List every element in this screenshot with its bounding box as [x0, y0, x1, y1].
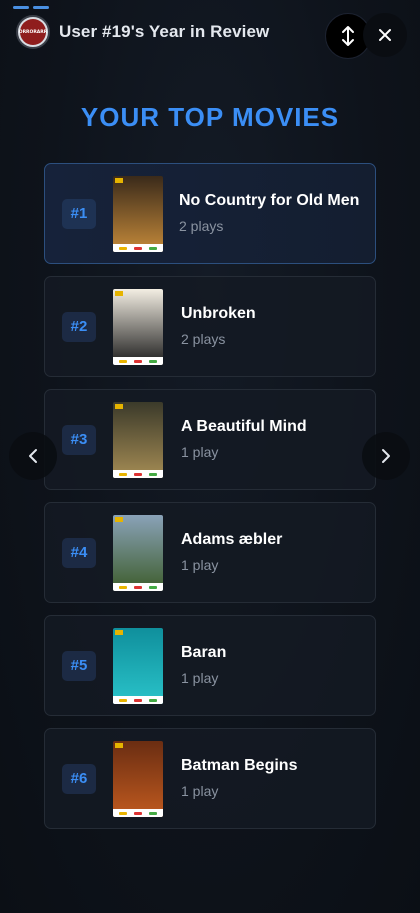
movie-title: No Country for Old Men — [179, 192, 360, 209]
progress-segment — [33, 6, 49, 9]
movie-poster — [113, 402, 163, 478]
movie-card[interactable]: #6 Batman Begins 1 play — [44, 728, 376, 829]
close-icon — [379, 29, 391, 41]
year-in-review-screen: ORRORARR User #19's Year in Review YOUR … — [0, 0, 420, 913]
movie-title: Unbroken — [181, 305, 256, 322]
rank-badge: #4 — [62, 537, 96, 568]
movie-title: A Beautiful Mind — [181, 418, 307, 435]
next-button[interactable] — [362, 432, 410, 480]
movie-poster — [113, 515, 163, 591]
previous-button[interactable] — [9, 432, 57, 480]
story-progress — [13, 6, 49, 9]
chevron-left-icon — [29, 449, 37, 463]
progress-segment — [13, 6, 29, 9]
rank-badge: #1 — [62, 198, 96, 229]
movie-info: No Country for Old Men 2 plays — [179, 192, 359, 234]
movie-card[interactable]: #2 Unbroken 2 plays — [44, 276, 376, 377]
play-count: 2 plays — [179, 218, 224, 234]
movie-info: Baran 1 play — [181, 644, 226, 686]
play-count: 1 play — [181, 444, 219, 460]
movie-info: Unbroken 2 plays — [181, 305, 256, 347]
play-count: 1 play — [181, 783, 219, 799]
avatar: ORRORARR — [16, 15, 50, 49]
play-count: 1 play — [181, 557, 219, 573]
rank-badge: #6 — [62, 763, 96, 794]
movie-card[interactable]: #4 Adams æbler 1 play — [44, 502, 376, 603]
top-movies-list: #1 No Country for Old Men 2 plays #2 Unb… — [44, 163, 376, 841]
chevron-right-icon — [382, 449, 390, 463]
movie-poster — [113, 741, 163, 817]
close-button[interactable] — [363, 13, 407, 57]
movie-title: Baran — [181, 644, 227, 661]
movie-info: Adams æbler 1 play — [181, 531, 282, 573]
movie-poster — [113, 289, 163, 365]
movie-info: A Beautiful Mind 1 play — [181, 418, 307, 460]
avatar-logo: ORRORARR — [18, 19, 48, 45]
movie-title: Adams æbler — [181, 531, 283, 548]
movie-info: Batman Begins 1 play — [181, 757, 297, 799]
rank-badge: #2 — [62, 311, 96, 342]
play-count: 1 play — [181, 670, 219, 686]
movie-title: Batman Begins — [181, 757, 298, 774]
movie-card[interactable]: #1 No Country for Old Men 2 plays — [44, 163, 376, 264]
section-title: YOUR TOP MOVIES — [80, 102, 340, 132]
play-count: 2 plays — [181, 331, 226, 347]
rank-badge: #3 — [62, 424, 96, 455]
vertical-arrows-icon — [342, 26, 354, 46]
avatar-logo-text: ORRORARR — [18, 29, 48, 35]
header-title: User #19's Year in Review — [59, 22, 270, 41]
movie-poster — [113, 628, 163, 704]
rank-badge: #5 — [62, 650, 96, 681]
movie-card[interactable]: #5 Baran 1 play — [44, 615, 376, 716]
movie-poster — [113, 176, 163, 252]
movie-card[interactable]: #3 A Beautiful Mind 1 play — [44, 389, 376, 490]
